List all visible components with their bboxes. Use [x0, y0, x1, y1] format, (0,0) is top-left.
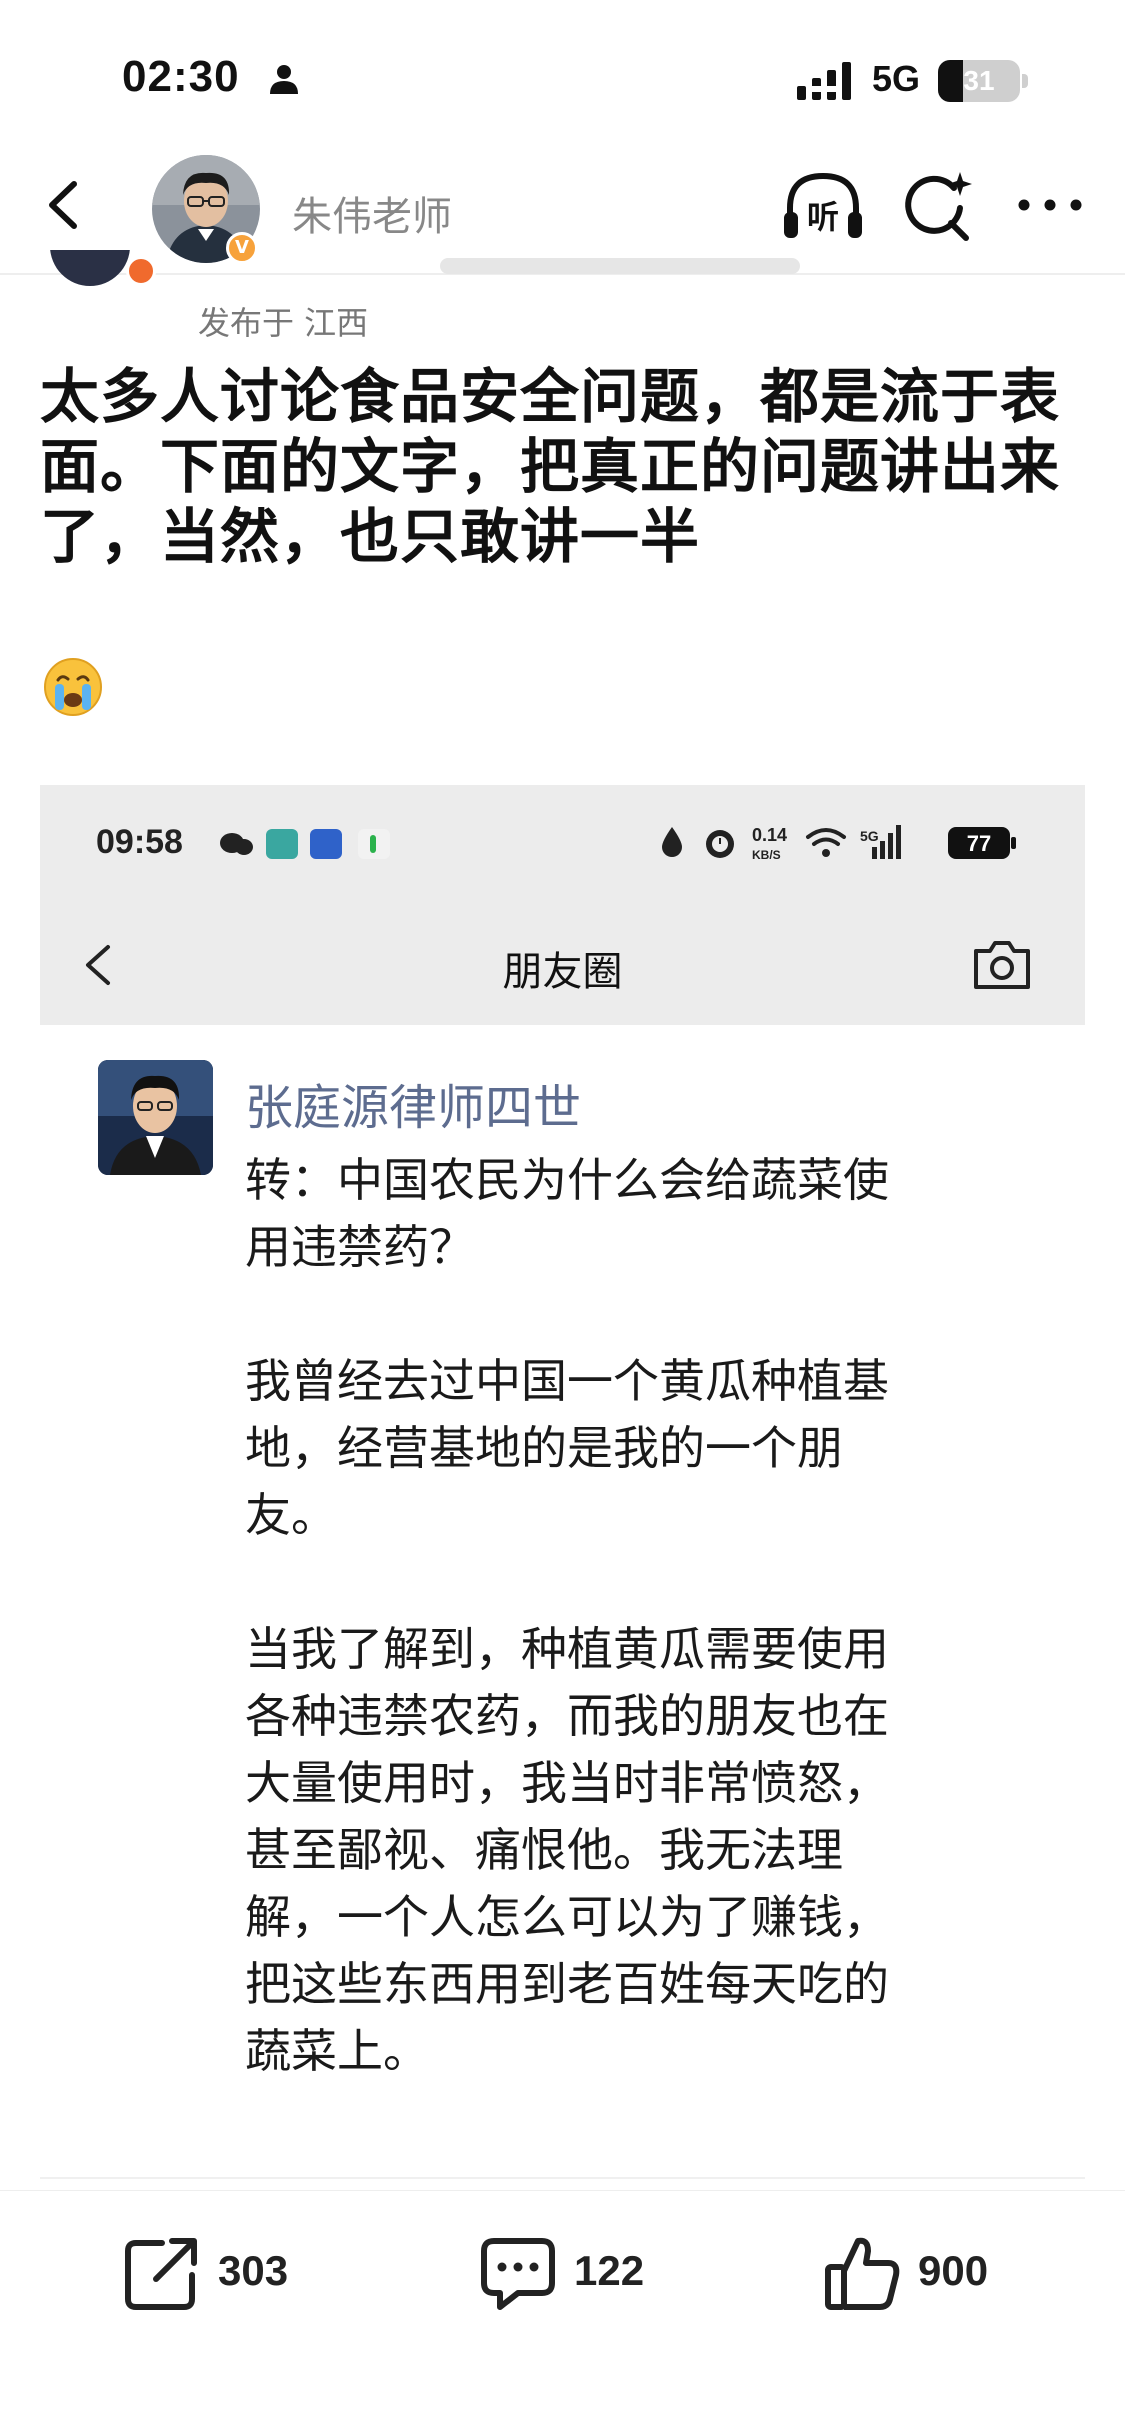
moment-author-name: 张庭源律师四世: [245, 1080, 582, 1136]
screenshot-speed-unit: KB/S: [752, 848, 781, 862]
battery-cap: [1022, 74, 1028, 88]
verified-badge-icon: [126, 256, 156, 286]
status-time: 02:30: [122, 52, 240, 101]
listen-button[interactable]: 听: [780, 168, 866, 246]
screenshot-status-icons: 0.14 KB/S 5G 77: [662, 825, 1016, 862]
camera-icon: [974, 941, 1030, 989]
post-location: 发布于 江西: [198, 304, 369, 342]
signal-icon: [797, 62, 851, 100]
divider: [40, 2177, 1085, 2179]
listen-label: 听: [807, 198, 839, 236]
search-sparkle-icon[interactable]: [898, 168, 976, 246]
moment-body-text: 转：中国农民为什么会给蔬菜使 用违禁药？ 我曾经去过中国一个黄瓜种植基 地，经营…: [245, 1153, 889, 2078]
screenshot-network: 5G: [860, 828, 879, 844]
author-name[interactable]: 朱伟老师: [292, 184, 452, 242]
like-count: 900: [918, 2247, 989, 2294]
author-avatar-scrolled: [50, 250, 158, 290]
screenshot-status-bar: 09:58 0.14 KB/S 5G 77: [40, 785, 1085, 905]
screenshot-speed: 0.14: [752, 825, 787, 845]
comment-count: 122: [574, 2247, 645, 2294]
thumbs-up-icon: [825, 2237, 900, 2310]
app-notification-icons: [220, 829, 390, 859]
screenshot-nav-bar: 朋友圈: [40, 905, 1085, 1025]
screenshot-title: 朋友圈: [502, 949, 623, 995]
hidden-meta-text: [440, 258, 800, 274]
action-bar: 303 122 900: [0, 2190, 1125, 2436]
post-text: 太多人讨论食品安全问题，都是流于表面。下面的文字，把真正的问题讲出来了，当然，也…: [40, 362, 1061, 571]
post-header: V 朱伟老师 听: [0, 140, 1125, 275]
battery-level: 31: [963, 65, 995, 96]
person-icon: [270, 65, 298, 94]
verified-badge-icon: V: [226, 232, 258, 264]
comment-icon: [481, 2238, 555, 2310]
screenshot-time: 09:58: [96, 823, 183, 861]
network-type: 5G: [872, 58, 921, 99]
more-horizontal-icon[interactable]: [1010, 170, 1090, 240]
back-button[interactable]: [30, 170, 100, 240]
moment-author-avatar: [98, 1060, 213, 1175]
crying-face-emoji: [44, 658, 102, 716]
embedded-screenshot[interactable]: 09:58 0.14 KB/S 5G 77 朋友圈 张庭源律师四世 转：中国农民…: [40, 785, 1085, 2185]
status-bar: 02:30 5G 31: [0, 0, 1125, 140]
comment-button[interactable]: 122: [478, 2233, 718, 2313]
share-count: 303: [218, 2247, 289, 2294]
like-button[interactable]: 900: [822, 2233, 1062, 2313]
screenshot-battery: 77: [967, 831, 991, 856]
share-icon: [125, 2238, 197, 2310]
share-button[interactable]: 303: [122, 2233, 362, 2313]
battery-indicator: 31: [938, 60, 1028, 102]
